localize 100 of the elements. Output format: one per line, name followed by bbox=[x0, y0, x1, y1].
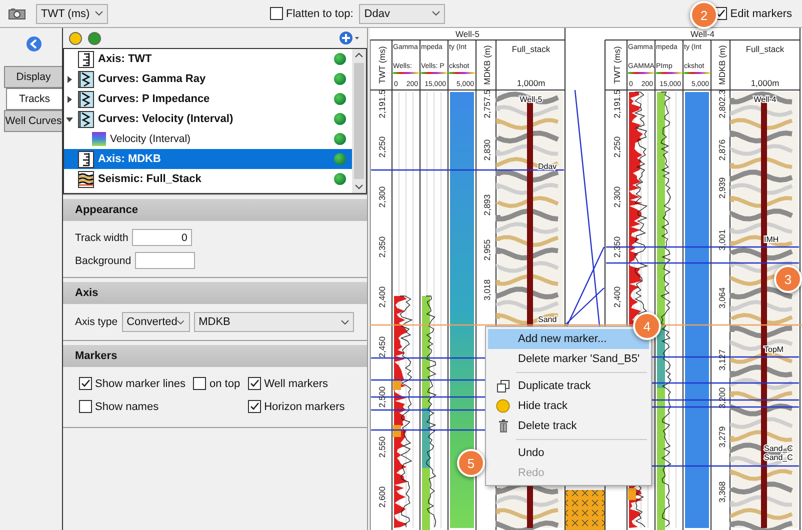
depth-tick-label: 2,802.3 bbox=[717, 90, 727, 118]
context-menu-item[interactable]: Undo bbox=[488, 443, 649, 463]
chevron-down-icon[interactable] bbox=[432, 11, 440, 16]
checkmark-icon bbox=[249, 401, 260, 412]
context-menu-item[interactable]: Hide track bbox=[488, 396, 649, 416]
side-tab[interactable]: Display bbox=[4, 66, 62, 88]
well-name: Well-5 bbox=[456, 29, 480, 39]
field-label: Background bbox=[75, 254, 132, 266]
depth-tick-label: 2,955 bbox=[482, 239, 492, 261]
color-scale-bar bbox=[421, 72, 447, 74]
duplicate-icon bbox=[496, 380, 510, 392]
context-menu-item[interactable]: Duplicate track bbox=[488, 376, 649, 396]
chevron-down-icon[interactable] bbox=[340, 320, 349, 324]
visibility-dot-icon[interactable] bbox=[334, 93, 346, 105]
camera-icon[interactable] bbox=[8, 8, 26, 20]
context-menu-item[interactable]: Add new marker... bbox=[488, 329, 649, 349]
color-scale-bar bbox=[393, 72, 419, 74]
visibility-dot-icon[interactable] bbox=[334, 73, 346, 85]
scrollbar[interactable] bbox=[352, 49, 366, 193]
track-tree-item[interactable]: Curves: Gamma Ray bbox=[64, 69, 352, 89]
track-tree-item[interactable]: Curves: Velocity (Interval) bbox=[64, 109, 352, 129]
depth-tick-label: 2,830 bbox=[482, 139, 492, 161]
checkmark-icon bbox=[715, 8, 726, 19]
depth-tick-label: 3,368 bbox=[717, 481, 727, 503]
expanded-caret-icon[interactable] bbox=[66, 116, 72, 122]
axis-type-dropdown[interactable]: Converted bbox=[122, 312, 190, 332]
scale-value: 1,000m bbox=[516, 78, 546, 88]
depth-tick-label: 2,939 bbox=[717, 177, 727, 199]
context-menu-item[interactable]: Delete track bbox=[488, 416, 649, 436]
field-label: Axis type bbox=[75, 316, 118, 328]
depth-tick-label: 2,350 bbox=[612, 236, 622, 258]
depth-tick-label: 2,757.5 bbox=[482, 90, 492, 118]
visibility-dot-icon[interactable] bbox=[334, 153, 346, 165]
track-title: Full_stack bbox=[512, 44, 550, 54]
marker-option-checkbox[interactable]: Horizon markers bbox=[248, 400, 345, 413]
chevron-down-icon[interactable] bbox=[177, 320, 185, 324]
depth-tick-label: 3,001 bbox=[717, 229, 727, 251]
collapsed-caret-icon[interactable] bbox=[66, 76, 72, 82]
depth-tick-label: 2,500 bbox=[377, 386, 387, 408]
axis-ruler-icon bbox=[78, 50, 94, 68]
depth-tick-label: 2,876 bbox=[717, 139, 727, 161]
marker-option-checkbox[interactable]: Well markers bbox=[248, 377, 345, 390]
well-name: Well-4 bbox=[690, 29, 714, 39]
chevron-down-icon[interactable] bbox=[95, 11, 103, 16]
track-title: Full_stack bbox=[746, 44, 784, 54]
track-tree-item[interactable]: Seismic: Full_Stack bbox=[64, 169, 352, 189]
depth-tick-label: 3,018 bbox=[482, 279, 492, 301]
depth-tick-label: 2,550 bbox=[377, 436, 387, 458]
track-width-field[interactable]: 0 bbox=[132, 229, 192, 246]
depth-tick-label: 3,064 bbox=[717, 287, 727, 309]
depth-tick-label: 2,191.5 bbox=[377, 90, 387, 118]
depth-tick-label: 2,350 bbox=[377, 236, 387, 258]
marker-option-checkbox[interactable]: Show names bbox=[79, 400, 186, 413]
color-scale-bar bbox=[449, 72, 475, 74]
depth-tick-label: 2,300 bbox=[377, 186, 387, 208]
depth-tick-label: 2,250 bbox=[612, 136, 622, 158]
axis-title: MDKB (m) bbox=[482, 45, 492, 85]
color-scale-bar bbox=[684, 72, 710, 74]
status-dot-icon[interactable] bbox=[88, 32, 101, 44]
depth-tick-label: 2,600 bbox=[377, 486, 387, 508]
axis-ruler-icon bbox=[78, 150, 94, 168]
status-dot-icon[interactable] bbox=[69, 32, 82, 44]
collapsed-caret-icon[interactable] bbox=[66, 96, 72, 102]
depth-tick-label: 2,450 bbox=[377, 336, 387, 358]
track-tree-item[interactable]: Curves: P Impedance bbox=[64, 89, 352, 109]
visibility-dot-icon[interactable] bbox=[334, 53, 346, 65]
axis-dropdown[interactable]: MDKB bbox=[194, 312, 354, 332]
color-scale-bar bbox=[656, 72, 682, 74]
section-header: Appearance bbox=[63, 199, 367, 221]
track-tree-item[interactable]: Velocity (Interval) bbox=[64, 129, 352, 149]
depth-tick-label: 2,191.5 bbox=[612, 90, 622, 118]
add-icon[interactable] bbox=[339, 31, 361, 45]
track-tree-item[interactable]: Axis: MDKB bbox=[64, 149, 352, 169]
time-dropdown[interactable]: TWT (ms) bbox=[36, 4, 108, 24]
depth-tick-label: 2,893 bbox=[482, 194, 492, 216]
background-color-field[interactable] bbox=[135, 252, 196, 269]
marker-option-checkbox[interactable]: Show marker lines bbox=[79, 377, 186, 390]
flatten-dropdown[interactable]: Ddav bbox=[359, 4, 446, 24]
seismic-icon bbox=[78, 170, 94, 188]
depth-tick-label: 3,279 bbox=[717, 426, 727, 448]
track-tree-item[interactable]: Axis: TWT bbox=[64, 49, 352, 69]
circle-icon bbox=[496, 399, 510, 413]
side-tab[interactable]: Tracks bbox=[6, 88, 62, 110]
back-icon[interactable] bbox=[26, 36, 42, 52]
visibility-dot-icon[interactable] bbox=[334, 173, 346, 185]
trash-icon bbox=[498, 419, 508, 433]
axis-title: TWT (ms) bbox=[612, 46, 622, 84]
step-number-badge: 2 bbox=[690, 1, 718, 29]
scale-value: 1,000m bbox=[750, 78, 780, 88]
depth-tick-label: 3,200 bbox=[717, 387, 727, 409]
marker-option-checkbox[interactable]: on top bbox=[193, 377, 240, 390]
side-tab[interactable]: Well Curves bbox=[4, 110, 62, 132]
curve-track-icon bbox=[78, 110, 94, 128]
depth-tick-label: 2,300 bbox=[612, 186, 622, 208]
color-scale-bar bbox=[628, 72, 654, 74]
context-menu-item[interactable]: Delete marker 'Sand_B5' bbox=[488, 349, 649, 369]
visibility-dot-icon[interactable] bbox=[334, 113, 346, 125]
flatten-checkbox[interactable]: Flatten to top: bbox=[270, 7, 354, 20]
selected-marker-line[interactable] bbox=[370, 324, 802, 326]
visibility-dot-icon[interactable] bbox=[334, 133, 346, 145]
